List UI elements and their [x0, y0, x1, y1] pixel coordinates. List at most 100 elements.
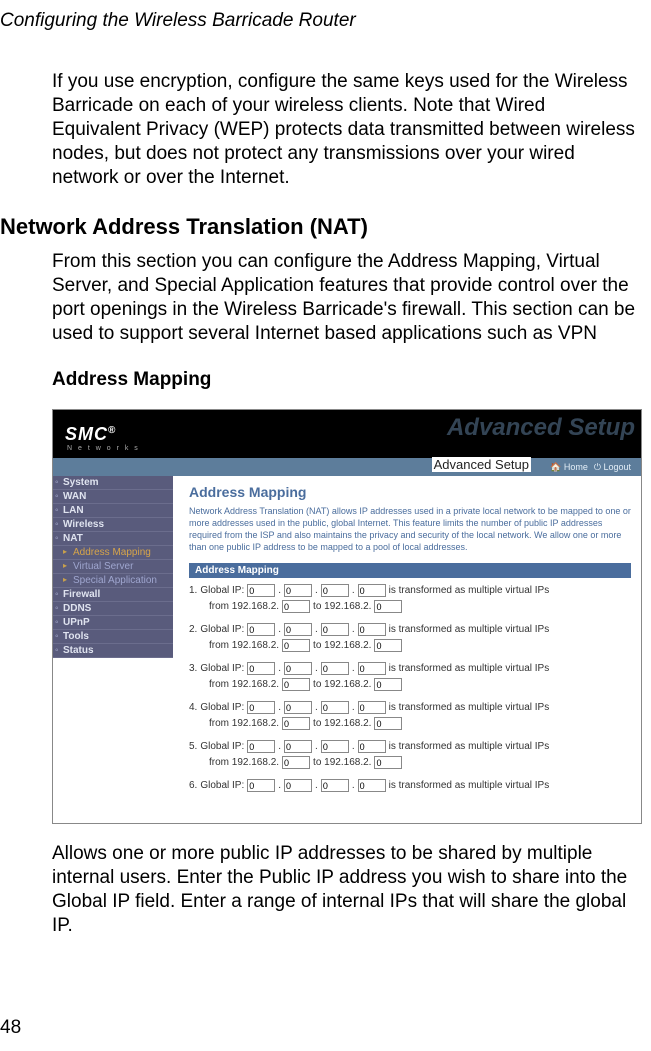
global-ip-octet-3[interactable]: [321, 740, 349, 753]
mapping-row-global: 4. Global IP:... is transformed as multi…: [189, 701, 631, 714]
address-mapping-paragraph: Allows one or more public IP addresses t…: [52, 842, 639, 938]
global-ip-octet-4[interactable]: [358, 779, 386, 792]
sidebar-item-status[interactable]: Status: [53, 644, 173, 658]
sidebar-sub-special-application[interactable]: Special Application: [53, 574, 173, 588]
sidebar-sub-address-mapping[interactable]: Address Mapping: [53, 546, 173, 560]
global-ip-octet-2[interactable]: [284, 740, 312, 753]
to-label: to 192.168.2.: [313, 640, 371, 651]
range-to-input[interactable]: [374, 756, 402, 769]
row-index: 1.: [189, 585, 197, 596]
range-to-input[interactable]: [374, 678, 402, 691]
mapping-row-range: from 192.168.2. to 192.168.2.: [189, 600, 631, 613]
mapping-row-global: 5. Global IP:... is transformed as multi…: [189, 740, 631, 753]
smc-logo: SMC®: [65, 424, 116, 445]
panel-title: Address Mapping: [189, 484, 631, 500]
to-label: to 192.168.2.: [313, 679, 371, 690]
mapping-row-range: from 192.168.2. to 192.168.2.: [189, 756, 631, 769]
running-header: Configuring the Wireless Barricade Route…: [0, 10, 639, 32]
range-from-input[interactable]: [282, 639, 310, 652]
home-link[interactable]: 🏠 Home: [550, 462, 588, 473]
router-sidebar: System WAN LAN Wireless NAT Address Mapp…: [53, 476, 173, 823]
router-main-panel: Address Mapping Network Address Translat…: [173, 476, 641, 823]
global-ip-octet-4[interactable]: [358, 623, 386, 636]
global-ip-label: Global IP:: [200, 663, 244, 674]
transform-label: is transformed as multiple virtual IPs: [389, 663, 550, 674]
logout-link[interactable]: ⏻ Logout: [594, 462, 631, 473]
global-ip-octet-1[interactable]: [247, 701, 275, 714]
sidebar-blank-region: [53, 658, 173, 818]
global-ip-octet-1[interactable]: [247, 779, 275, 792]
advanced-setup-label: Advanced Setup: [432, 457, 531, 472]
transform-label: is transformed as multiple virtual IPs: [389, 624, 550, 635]
global-ip-octet-2[interactable]: [284, 584, 312, 597]
global-ip-octet-1[interactable]: [247, 662, 275, 675]
to-label: to 192.168.2.: [313, 718, 371, 729]
sidebar-item-ddns[interactable]: DDNS: [53, 602, 173, 616]
sidebar-item-tools[interactable]: Tools: [53, 630, 173, 644]
global-ip-octet-2[interactable]: [284, 623, 312, 636]
global-ip-octet-4[interactable]: [358, 701, 386, 714]
global-ip-label: Global IP:: [200, 585, 244, 596]
section-bar-address-mapping: Address Mapping: [189, 563, 631, 578]
global-ip-label: Global IP:: [200, 702, 244, 713]
range-to-input[interactable]: [374, 600, 402, 613]
global-ip-octet-4[interactable]: [358, 662, 386, 675]
transform-label: is transformed as multiple virtual IPs: [389, 780, 550, 791]
transform-label: is transformed as multiple virtual IPs: [389, 702, 550, 713]
row-index: 6.: [189, 780, 197, 791]
from-label: from 192.168.2.: [209, 757, 279, 768]
logout-link-label: Logout: [603, 462, 631, 472]
global-ip-octet-4[interactable]: [358, 584, 386, 597]
from-label: from 192.168.2.: [209, 679, 279, 690]
section-heading-nat: Network Address Translation (NAT): [0, 214, 639, 240]
mapping-rows: 1. Global IP:... is transformed as multi…: [189, 584, 631, 792]
nat-paragraph: From this section you can configure the …: [52, 250, 639, 346]
range-to-input[interactable]: [374, 639, 402, 652]
range-from-input[interactable]: [282, 678, 310, 691]
mapping-row-global: 3. Global IP:... is transformed as multi…: [189, 662, 631, 675]
mapping-row-range: from 192.168.2. to 192.168.2.: [189, 639, 631, 652]
range-from-input[interactable]: [282, 717, 310, 730]
range-from-input[interactable]: [282, 600, 310, 613]
global-ip-octet-3[interactable]: [321, 662, 349, 675]
home-link-label: Home: [564, 462, 588, 472]
global-ip-octet-3[interactable]: [321, 623, 349, 636]
mapping-row-range: from 192.168.2. to 192.168.2.: [189, 678, 631, 691]
from-label: from 192.168.2.: [209, 718, 279, 729]
global-ip-octet-2[interactable]: [284, 701, 312, 714]
mapping-row-global: 6. Global IP:... is transformed as multi…: [189, 779, 631, 792]
global-ip-octet-1[interactable]: [247, 740, 275, 753]
sidebar-item-wireless[interactable]: Wireless: [53, 518, 173, 532]
sidebar-sub-virtual-server[interactable]: Virtual Server: [53, 560, 173, 574]
global-ip-octet-2[interactable]: [284, 662, 312, 675]
global-ip-octet-3[interactable]: [321, 779, 349, 792]
router-toolbar: Advanced Setup 🏠 Home ⏻ Logout: [53, 458, 641, 476]
logo-text: SMC: [65, 424, 108, 444]
from-label: from 192.168.2.: [209, 601, 279, 612]
transform-label: is transformed as multiple virtual IPs: [389, 741, 550, 752]
global-ip-octet-3[interactable]: [321, 584, 349, 597]
sidebar-item-system[interactable]: System: [53, 476, 173, 490]
router-header-bar: SMC® N e t w o r k s Advanced Setup: [53, 410, 641, 458]
global-ip-octet-4[interactable]: [358, 740, 386, 753]
range-to-input[interactable]: [374, 717, 402, 730]
sidebar-item-firewall[interactable]: Firewall: [53, 588, 173, 602]
range-from-input[interactable]: [282, 756, 310, 769]
global-ip-octet-3[interactable]: [321, 701, 349, 714]
global-ip-octet-1[interactable]: [247, 623, 275, 636]
row-index: 5.: [189, 741, 197, 752]
sidebar-item-lan[interactable]: LAN: [53, 504, 173, 518]
intro-paragraph: If you use encryption, configure the sam…: [52, 70, 639, 190]
mapping-row-range: from 192.168.2. to 192.168.2.: [189, 717, 631, 730]
global-ip-octet-2[interactable]: [284, 779, 312, 792]
global-ip-label: Global IP:: [200, 780, 244, 791]
sidebar-item-upnp[interactable]: UPnP: [53, 616, 173, 630]
logo-registered: ®: [108, 425, 116, 436]
transform-label: is transformed as multiple virtual IPs: [389, 585, 550, 596]
sidebar-item-wan[interactable]: WAN: [53, 490, 173, 504]
global-ip-label: Global IP:: [200, 624, 244, 635]
to-label: to 192.168.2.: [313, 601, 371, 612]
sidebar-item-nat[interactable]: NAT: [53, 532, 173, 546]
global-ip-octet-1[interactable]: [247, 584, 275, 597]
router-ui-screenshot: SMC® N e t w o r k s Advanced Setup Adva…: [52, 409, 642, 824]
